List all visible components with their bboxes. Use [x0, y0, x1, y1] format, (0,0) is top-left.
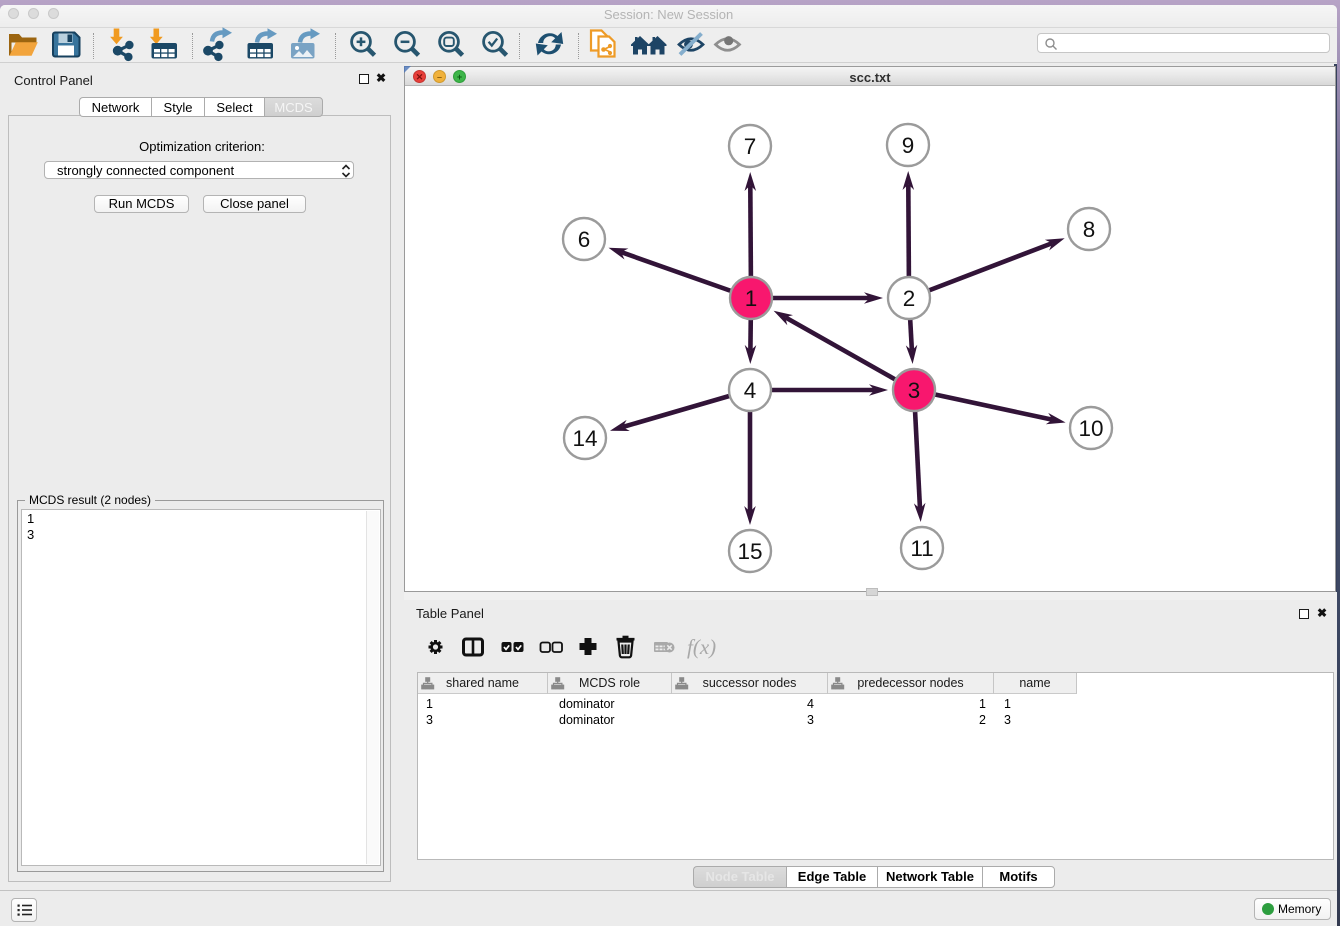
svg-text:f(x): f(x)	[687, 635, 716, 659]
svg-text:7: 7	[744, 134, 757, 159]
svg-text:11: 11	[910, 536, 933, 561]
svg-text:4: 4	[744, 378, 757, 403]
svg-text:8: 8	[1083, 217, 1096, 242]
svg-text:1: 1	[745, 286, 758, 311]
svg-text:6: 6	[578, 227, 591, 252]
svg-text:10: 10	[1078, 416, 1103, 441]
svg-text:2: 2	[903, 286, 916, 311]
svg-text:15: 15	[737, 539, 762, 564]
svg-text:3: 3	[908, 378, 921, 403]
svg-text:14: 14	[572, 426, 597, 451]
svg-text:9: 9	[902, 133, 915, 158]
